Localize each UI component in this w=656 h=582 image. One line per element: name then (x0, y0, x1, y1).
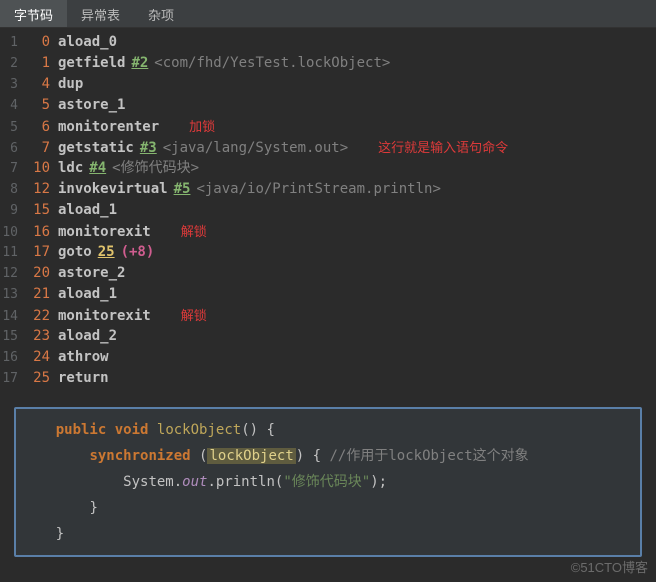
opcode: aload_0 (58, 32, 117, 53)
tab-bar: 字节码 异常表 杂项 (0, 0, 656, 28)
tab-misc[interactable]: 杂项 (134, 0, 188, 27)
source-line: public void lockObject() { (22, 417, 634, 443)
opcode: ldc (58, 158, 83, 179)
line-number: 5 (0, 117, 26, 138)
bytecode-line: 21 getfield #2 <com/fhd/YesTest.lockObject> (0, 53, 656, 74)
constant-ref[interactable]: #5 (174, 179, 191, 200)
bytecode-offset: 4 (26, 74, 50, 95)
annotation: 解锁 (181, 221, 207, 242)
bytecode-line: 1321 aload_1 (0, 284, 656, 305)
constant-ref[interactable]: #4 (89, 158, 106, 179)
line-number: 4 (0, 95, 26, 116)
line-number: 2 (0, 53, 26, 74)
source-line: } (22, 495, 634, 521)
line-number: 7 (0, 158, 26, 179)
bytecode-line: 1422 monitorexit 解锁 (0, 305, 656, 326)
constant-ref[interactable]: #2 (131, 53, 148, 74)
bytecode-offset: 23 (26, 326, 50, 347)
annotation: 这行就是输入语句命令 (378, 137, 508, 158)
tab-exception-table[interactable]: 异常表 (67, 0, 134, 27)
bytecode-line: 915 aload_1 (0, 200, 656, 221)
opcode: dup (58, 74, 83, 95)
opcode: astore_1 (58, 95, 125, 116)
line-number: 1 (0, 32, 26, 53)
bytecode-offset: 6 (26, 117, 50, 138)
opcode-description: <java/io/PrintStream.println> (196, 179, 440, 200)
source-line: synchronized (lockObject) { //作用于lockObj… (22, 443, 634, 469)
line-number: 8 (0, 179, 26, 200)
bytecode-offset: 7 (26, 138, 50, 159)
line-number: 17 (0, 368, 26, 389)
line-number: 16 (0, 347, 26, 368)
jump-target[interactable]: 25 (98, 242, 115, 263)
relative-offset: (+8) (121, 242, 155, 263)
line-number: 13 (0, 284, 26, 305)
bytecode-offset: 0 (26, 32, 50, 53)
bytecode-line: 1523 aload_2 (0, 326, 656, 347)
opcode: athrow (58, 347, 109, 368)
opcode: monitorexit (58, 306, 151, 327)
line-number: 12 (0, 263, 26, 284)
opcode: monitorenter (58, 117, 159, 138)
opcode: aload_1 (58, 284, 117, 305)
bytecode-line: 10 aload_0 (0, 32, 656, 53)
bytecode-offset: 5 (26, 95, 50, 116)
bytecode-offset: 10 (26, 158, 50, 179)
source-line: System.out.println("修饰代码块"); (22, 469, 634, 495)
bytecode-line: 56 monitorenter 加锁 (0, 116, 656, 137)
line-number: 6 (0, 138, 26, 159)
bytecode-listing: 10 aload_0 21 getfield #2 <com/fhd/YesTest.lo… (0, 28, 656, 393)
opcode: goto (58, 242, 92, 263)
watermark: ©51CTO博客 (571, 557, 648, 576)
bytecode-offset: 12 (26, 179, 50, 200)
bytecode-line: 812 invokevirtual #5<java/io/PrintStream.p… (0, 179, 656, 200)
bytecode-offset: 25 (26, 368, 50, 389)
line-number: 10 (0, 222, 26, 243)
line-number: 15 (0, 326, 26, 347)
bytecode-offset: 22 (26, 306, 50, 327)
opcode: astore_2 (58, 263, 125, 284)
source-line: } (22, 521, 634, 547)
opcode: aload_2 (58, 326, 117, 347)
bytecode-offset: 17 (26, 242, 50, 263)
bytecode-offset: 24 (26, 347, 50, 368)
bytecode-offset: 21 (26, 284, 50, 305)
bytecode-line: 1624 athrow (0, 347, 656, 368)
opcode-description: <修饰代码块> (112, 158, 199, 179)
bytecode-line: 1725 return (0, 368, 656, 389)
bytecode-line: 1117 goto 25 (+8) (0, 242, 656, 263)
bytecode-line: 710 ldc #4 <修饰代码块> (0, 158, 656, 179)
line-number: 3 (0, 74, 26, 95)
source-code-panel: public void lockObject() { synchronized … (14, 407, 642, 557)
bytecode-offset: 15 (26, 200, 50, 221)
opcode: return (58, 368, 109, 389)
bytecode-offset: 1 (26, 53, 50, 74)
opcode: getfield (58, 53, 125, 74)
opcode: getstatic (58, 138, 134, 159)
annotation: 解锁 (181, 305, 207, 326)
bytecode-line: 1016 monitorexit 解锁 (0, 221, 656, 242)
bytecode-offset: 16 (26, 222, 50, 243)
line-number: 9 (0, 200, 26, 221)
constant-ref[interactable]: #3 (140, 138, 157, 159)
annotation: 加锁 (189, 116, 215, 137)
opcode: monitorexit (58, 222, 151, 243)
opcode: aload_1 (58, 200, 117, 221)
bytecode-line: 67 getstatic #3 <java/lang/System.out> 这行就是输… (0, 137, 656, 158)
bytecode-line: 34 dup (0, 74, 656, 95)
line-number: 14 (0, 306, 26, 327)
opcode-description: <com/fhd/YesTest.lockObject> (154, 53, 390, 74)
bytecode-offset: 20 (26, 263, 50, 284)
bytecode-line: 45 astore_1 (0, 95, 656, 116)
line-number: 11 (0, 242, 26, 263)
opcode-description: <java/lang/System.out> (163, 138, 348, 159)
tab-bytecode[interactable]: 字节码 (0, 0, 67, 27)
bytecode-line: 1220 astore_2 (0, 263, 656, 284)
opcode: invokevirtual (58, 179, 168, 200)
